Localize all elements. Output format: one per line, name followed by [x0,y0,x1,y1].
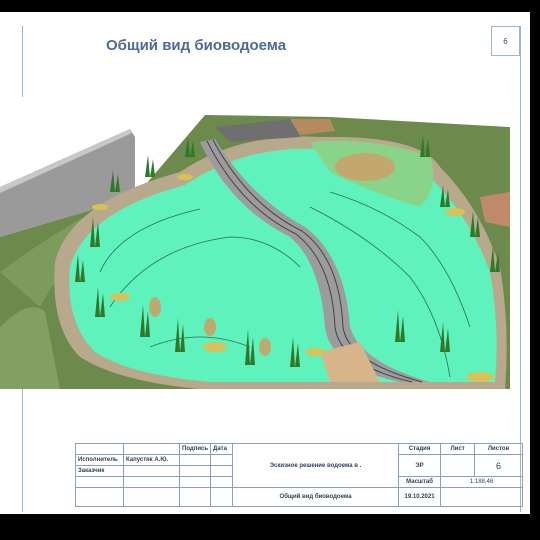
customer-label: Заказчик [75,465,124,477]
stamp-empty [210,465,234,477]
stage-value: ЭР [398,454,442,477]
sheets-header: Листов [474,443,524,455]
stamp-empty [75,443,124,455]
stamp-empty [178,487,212,507]
date-header: Дата [210,443,234,455]
biopond-render [0,97,510,389]
stamp-empty [178,454,212,466]
scale-value: 1:188,46 [440,476,524,488]
scale-label: Масштаб [398,476,442,488]
project-title: Эскизное решение водоема в . [232,443,400,488]
stamp-empty [178,465,212,477]
drawing-title: Общий вид биоводоема [232,487,400,507]
title-block: Подпись Дата Эскизное решение водоема в … [75,443,524,507]
stage-header: Стадия [398,443,442,455]
stamp-empty [123,476,180,488]
stamp-empty [123,443,180,455]
executor-label: Исполнитель [75,454,124,466]
sheets-value: 6 [474,454,524,477]
sheet-value [440,454,476,477]
sheet-header: Лист [440,443,476,455]
sheet-number: 6 [491,26,520,56]
stamp-empty [178,476,212,488]
signature-header: Подпись [178,443,212,455]
frame-border-right [520,26,521,512]
page-title: Общий вид биоводоема [106,37,287,54]
stamp-empty [440,487,524,507]
stamp-empty [75,476,124,488]
biopond-render-image [0,97,510,389]
stamp-empty [123,487,180,507]
stamp-empty [75,487,124,507]
date-value: 19.10.2021 [398,487,442,507]
executor-name: Капустяк А.Ю. [123,454,180,466]
stamp-empty [123,465,180,477]
stamp-empty [210,487,234,507]
stamp-empty [210,454,234,466]
stamp-empty [210,476,234,488]
